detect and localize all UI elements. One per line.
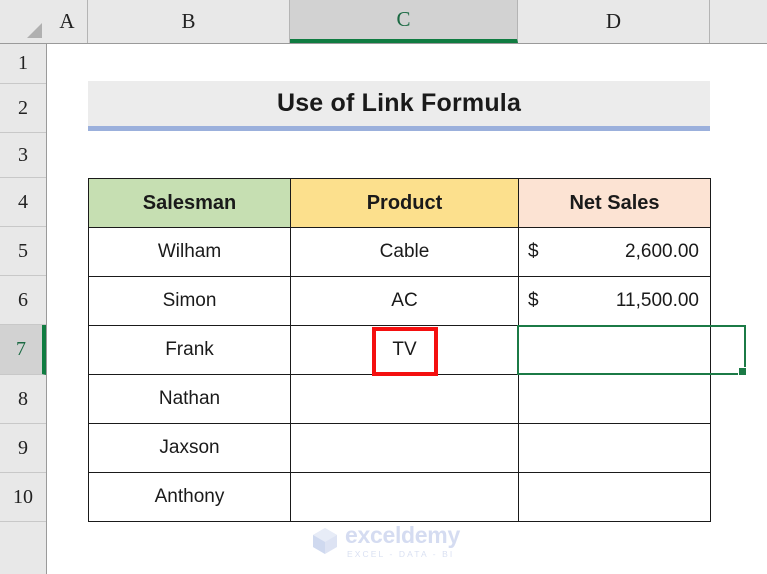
cell-product[interactable]	[290, 472, 519, 522]
row-header-4[interactable]: 4	[0, 178, 46, 227]
table-row: Anthony	[88, 472, 711, 522]
watermark-text-group: exceldemy EXCEL - DATA - BI	[345, 524, 460, 559]
column-header-c[interactable]: C	[290, 0, 518, 43]
cell-salesman[interactable]: Frank	[88, 325, 291, 375]
column-header-d[interactable]: D	[518, 0, 710, 43]
column-header-salesman[interactable]: Salesman	[88, 178, 291, 228]
watermark-tagline: EXCEL - DATA - BI	[347, 549, 455, 559]
table-header-row: Salesman Product Net Sales	[88, 178, 711, 228]
cell-net-sales[interactable]: $ 2,600.00	[518, 227, 711, 277]
cell-net-sales[interactable]: $ 11,500.00	[518, 276, 711, 326]
column-header-net-sales[interactable]: Net Sales	[518, 178, 711, 228]
select-all-triangle-icon	[27, 23, 42, 38]
fill-handle[interactable]	[738, 367, 747, 376]
sheet-title-banner[interactable]: Use of Link Formula	[88, 81, 710, 131]
row-header-1[interactable]: 1	[0, 44, 46, 84]
row-header-2[interactable]: 2	[0, 84, 46, 133]
column-header-product[interactable]: Product	[290, 178, 519, 228]
currency-symbol: $	[528, 290, 539, 311]
cell-product-active[interactable]: TV	[290, 325, 519, 375]
cell-product[interactable]	[290, 423, 519, 473]
row-header-strip: 1 2 3 4 5 6 7 8 9 10	[0, 44, 47, 574]
cell-net-sales[interactable]	[518, 325, 711, 375]
row-header-10[interactable]: 10	[0, 473, 46, 522]
table-row: Jaxson	[88, 423, 711, 473]
watermark-brand: exceldemy	[345, 522, 460, 548]
currency-amount: 11,500.00	[615, 290, 699, 311]
cell-net-sales[interactable]	[518, 374, 711, 424]
table-row: Wilham Cable $ 2,600.00	[88, 227, 711, 277]
exceldemy-watermark: exceldemy EXCEL - DATA - BI	[312, 524, 460, 559]
currency-amount: 2,600.00	[625, 241, 699, 262]
page-title: Use of Link Formula	[276, 89, 522, 117]
currency-symbol: $	[528, 241, 539, 262]
cell-product[interactable]	[290, 374, 519, 424]
cell-net-sales[interactable]	[518, 423, 711, 473]
table-row: Simon AC $ 11,500.00	[88, 276, 711, 326]
cell-salesman[interactable]: Nathan	[88, 374, 291, 424]
table-row: Frank TV	[88, 325, 711, 375]
row-header-3[interactable]: 3	[0, 133, 46, 178]
sales-data-table: Salesman Product Net Sales Wilham Cable …	[88, 178, 711, 522]
row-header-7[interactable]: 7	[0, 325, 46, 375]
table-row: Nathan	[88, 374, 711, 424]
cube-logo-icon	[313, 528, 337, 555]
column-header-a[interactable]: A	[47, 0, 88, 43]
row-header-5[interactable]: 5	[0, 227, 46, 276]
row-header-8[interactable]: 8	[0, 375, 46, 424]
select-all-corner[interactable]	[0, 0, 47, 43]
cell-product[interactable]: AC	[290, 276, 519, 326]
cell-net-sales[interactable]	[518, 472, 711, 522]
row-header-9[interactable]: 9	[0, 424, 46, 473]
cell-product[interactable]: Cable	[290, 227, 519, 277]
column-header-strip: A B C D	[0, 0, 767, 44]
cell-salesman[interactable]: Jaxson	[88, 423, 291, 473]
spreadsheet-app: A B C D 1 2 3 4 5 6 7 8 9 10 Use of Link…	[0, 0, 767, 574]
row-header-6[interactable]: 6	[0, 276, 46, 325]
cell-salesman[interactable]: Simon	[88, 276, 291, 326]
cell-salesman[interactable]: Wilham	[88, 227, 291, 277]
column-header-b[interactable]: B	[88, 0, 290, 43]
cell-salesman[interactable]: Anthony	[88, 472, 291, 522]
